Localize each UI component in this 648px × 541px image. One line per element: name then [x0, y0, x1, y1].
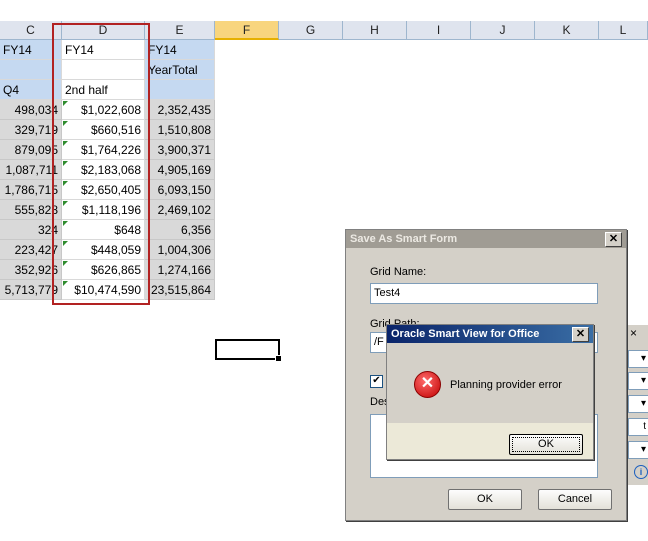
cell-c-value[interactable]: 329,719	[0, 120, 62, 140]
cell-c-value[interactable]: 879,095	[0, 140, 62, 160]
cell-e-header3[interactable]	[145, 80, 215, 100]
cancel-button[interactable]: Cancel	[538, 489, 612, 510]
ok-button[interactable]: OK	[448, 489, 522, 510]
cell-c-value[interactable]: 1,786,715	[0, 180, 62, 200]
error-icon: ✕	[414, 371, 441, 398]
grid-name-input[interactable]: Test4	[370, 283, 598, 304]
cell-e-header2[interactable]: YearTotal	[145, 60, 215, 80]
cell-d-value[interactable]: $10,474,590	[62, 280, 145, 300]
cell-d-value[interactable]: $660,516	[62, 120, 145, 140]
error-dialog-close-icon[interactable]: ✕	[572, 327, 589, 342]
cell-e-value[interactable]: 2,469,102	[145, 200, 215, 220]
side-panel-close-icon[interactable]: ×	[630, 326, 637, 340]
error-dialog: Oracle Smart View for Office ✕ ✕ Plannin…	[386, 324, 594, 460]
cell-e-value[interactable]: 23,515,864	[145, 280, 215, 300]
cell-d-header3[interactable]: 2nd half	[62, 80, 145, 100]
cell-c-value[interactable]: 352,926	[0, 260, 62, 280]
comment-indicator-icon	[63, 161, 68, 166]
cell-c-header1[interactable]: FY14	[0, 40, 62, 60]
cell-e-value[interactable]: 1,004,306	[145, 240, 215, 260]
active-cell[interactable]	[215, 339, 282, 362]
column-header-c[interactable]: C	[0, 21, 62, 40]
comment-indicator-icon	[63, 121, 68, 126]
column-header-l[interactable]: L	[599, 21, 648, 40]
comment-indicator-icon	[63, 241, 68, 246]
cell-c-value[interactable]: 498,034	[0, 100, 62, 120]
cell-e-header1[interactable]: FY14	[145, 40, 215, 60]
cell-d-value[interactable]: $626,865	[62, 260, 145, 280]
side-panel-dropdown[interactable]: ▾	[628, 395, 648, 413]
cell-e-value[interactable]: 6,093,150	[145, 180, 215, 200]
cell-c-header3[interactable]: Q4	[0, 80, 62, 100]
column-header-j[interactable]: J	[471, 21, 535, 40]
comment-indicator-icon	[63, 201, 68, 206]
side-panel-dropdown[interactable]: ▾	[628, 350, 648, 368]
cell-d-value[interactable]: $448,059	[62, 240, 145, 260]
cell-e-value[interactable]: 1,274,166	[145, 260, 215, 280]
cell-e-value[interactable]: 2,352,435	[145, 100, 215, 120]
column-header-i[interactable]: I	[407, 21, 471, 40]
cell-d-value[interactable]: $1,118,196	[62, 200, 145, 220]
cell-d-value[interactable]: $2,183,068	[62, 160, 145, 180]
cell-c-value[interactable]: 555,828	[0, 200, 62, 220]
cell-c-value[interactable]: 5,713,779	[0, 280, 62, 300]
error-message: Planning provider error	[450, 379, 562, 391]
save-dialog-title: Save As Smart Form	[346, 230, 626, 248]
comment-indicator-icon	[63, 181, 68, 186]
save-dialog-close-icon[interactable]: ✕	[605, 232, 622, 247]
cell-d-header1[interactable]: FY14	[62, 40, 145, 60]
checkbox[interactable]: ✔	[370, 375, 383, 388]
comment-indicator-icon	[63, 141, 68, 146]
cell-d-value[interactable]: $648	[62, 220, 145, 240]
cell-e-value[interactable]: 3,900,371	[145, 140, 215, 160]
column-header-g[interactable]: G	[279, 21, 343, 40]
column-header-d[interactable]: D	[62, 21, 145, 40]
cell-e-value[interactable]: 4,905,169	[145, 160, 215, 180]
column-header-h[interactable]: H	[343, 21, 407, 40]
comment-indicator-icon	[63, 261, 68, 266]
side-panel-dropdown[interactable]: ▾	[628, 372, 648, 390]
cell-e-value[interactable]: 1,510,808	[145, 120, 215, 140]
column-header-k[interactable]: K	[535, 21, 599, 40]
comment-indicator-icon	[63, 281, 68, 286]
cell-c-header2[interactable]	[0, 60, 62, 80]
side-panel-text[interactable]: t	[628, 418, 648, 436]
cell-c-value[interactable]: 324	[0, 220, 62, 240]
cell-d-value[interactable]: $1,022,608	[62, 100, 145, 120]
cell-d-value[interactable]: $2,650,405	[62, 180, 145, 200]
cell-d-value[interactable]: $1,764,226	[62, 140, 145, 160]
cell-d-header2[interactable]	[62, 60, 145, 80]
cell-c-value[interactable]: 1,087,711	[0, 160, 62, 180]
column-header-e[interactable]: E	[145, 21, 215, 40]
error-ok-button[interactable]: OK	[509, 434, 583, 455]
cell-c-value[interactable]: 223,427	[0, 240, 62, 260]
side-panel-dropdown[interactable]: ▾	[628, 441, 648, 459]
side-panel: × ▾ ▾ ▾ t ▾ i	[627, 325, 648, 485]
info-icon[interactable]: i	[634, 465, 648, 479]
comment-indicator-icon	[63, 221, 68, 226]
comment-indicator-icon	[63, 101, 68, 106]
cell-e-value[interactable]: 6,356	[145, 220, 215, 240]
column-header-f[interactable]: F	[215, 21, 279, 40]
grid-name-label: Grid Name:	[370, 266, 427, 278]
error-dialog-title: Oracle Smart View for Office	[387, 325, 593, 343]
